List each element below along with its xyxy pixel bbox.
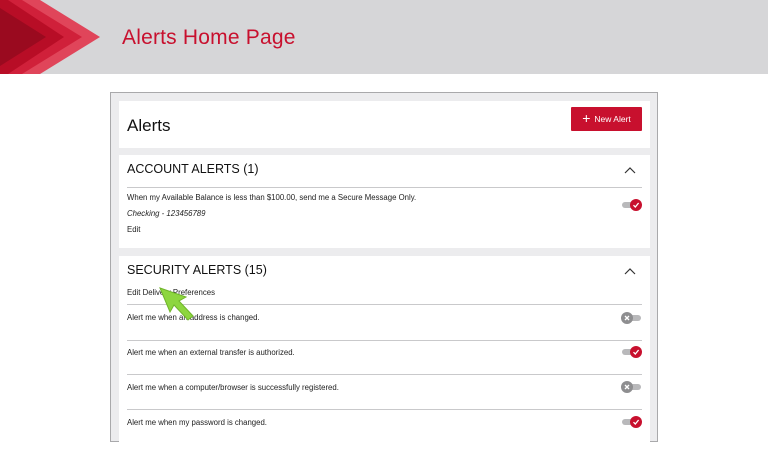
chevron-up-icon[interactable] xyxy=(624,267,636,275)
security-alert-toggle[interactable] xyxy=(621,381,642,393)
new-alert-label: New Alert xyxy=(594,114,631,124)
x-icon xyxy=(624,384,630,390)
brand-chevron-logo xyxy=(0,0,100,74)
security-alert-text: Alert me when a computer/browser is succ… xyxy=(127,383,339,392)
account-alert-toggle[interactable] xyxy=(621,199,642,211)
check-icon xyxy=(633,349,640,355)
divider xyxy=(127,187,642,188)
account-alerts-title[interactable]: ACCOUNT ALERTS (1) xyxy=(127,162,259,176)
security-alert-toggle[interactable] xyxy=(621,416,642,428)
divider xyxy=(127,340,642,341)
security-alerts-title[interactable]: SECURITY ALERTS (15) xyxy=(127,263,267,277)
alerts-heading: Alerts xyxy=(127,116,171,135)
pointer-cursor xyxy=(159,287,194,321)
top-banner: Alerts Home Page xyxy=(0,0,768,74)
divider xyxy=(127,409,642,410)
divider xyxy=(127,304,642,305)
check-icon xyxy=(633,202,640,208)
security-alert-toggle[interactable] xyxy=(621,346,642,358)
security-alert-text: Alert me when my password is changed. xyxy=(127,418,267,427)
check-icon xyxy=(633,419,640,425)
account-alert-account: Checking - 123456789 xyxy=(127,209,206,218)
new-alert-button[interactable]: + New Alert xyxy=(571,107,642,131)
security-alert-text: Alert me when an external transfer is au… xyxy=(127,348,295,357)
alerts-panel: Alerts + New Alert ACCOUNT ALERTS (1) Wh… xyxy=(110,92,658,456)
alerts-header-card: Alerts + New Alert xyxy=(119,101,650,148)
account-alert-text: When my Available Balance is less than $… xyxy=(127,193,417,202)
account-alerts-card: ACCOUNT ALERTS (1) When my Available Bal… xyxy=(119,155,650,248)
page-title: Alerts Home Page xyxy=(122,26,296,49)
divider xyxy=(127,374,642,375)
plus-icon: + xyxy=(582,110,591,126)
account-alert-edit-link[interactable]: Edit xyxy=(127,225,140,234)
x-icon xyxy=(624,315,630,321)
chevron-up-icon[interactable] xyxy=(624,166,636,174)
security-alerts-card: SECURITY ALERTS (15) Edit Delivery Prefe… xyxy=(119,256,650,456)
security-alert-toggle[interactable] xyxy=(621,312,642,324)
